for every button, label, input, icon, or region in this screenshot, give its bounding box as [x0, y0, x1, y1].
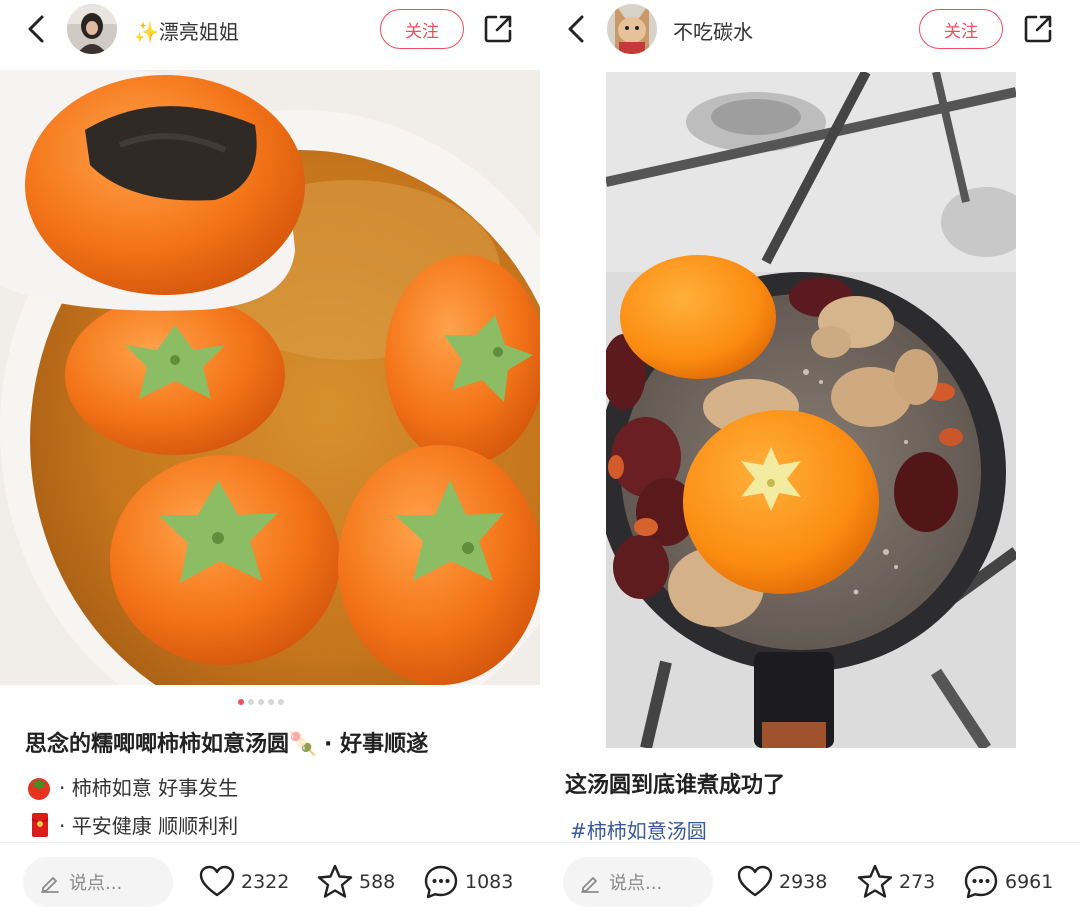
share-icon[interactable] — [1022, 13, 1054, 45]
post-text: · 柿柿如意 好事发生 — [59, 776, 239, 800]
carousel-dot — [248, 699, 254, 705]
username[interactable]: 不吃碳水 — [673, 16, 753, 45]
star-icon — [857, 864, 893, 898]
carousel-indicator — [238, 699, 284, 705]
comment-placeholder: 说点... — [609, 873, 663, 894]
comment-button[interactable]: 6961 — [962, 863, 1053, 901]
carousel-dot — [268, 699, 274, 705]
like-button[interactable]: 2322 — [198, 863, 289, 901]
comment-button[interactable]: 1083 — [422, 863, 513, 901]
star-icon — [317, 864, 353, 898]
like-count: 2938 — [779, 871, 828, 893]
collect-button[interactable]: 273 — [856, 863, 935, 901]
collect-button[interactable]: 588 — [316, 863, 395, 901]
post-header: ✨漂亮姐姐 关注 — [0, 0, 540, 60]
share-icon[interactable] — [482, 13, 514, 45]
comment-input[interactable]: 说点... — [23, 857, 173, 907]
comment-input[interactable]: 说点... — [563, 857, 713, 907]
like-button[interactable]: 2938 — [736, 863, 827, 901]
post-text-line: · 柿柿如意 好事发生 — [25, 772, 238, 801]
heart-icon — [737, 865, 773, 897]
back-arrow-icon[interactable] — [562, 12, 592, 46]
heart-icon — [199, 865, 235, 897]
avatar[interactable] — [67, 4, 117, 54]
follow-button[interactable]: 关注 — [380, 9, 464, 49]
red-envelope-emoji-icon — [25, 812, 53, 838]
comment-bubble-icon — [424, 865, 458, 899]
hashtag-link[interactable]: #柿柿如意汤圆 — [570, 815, 707, 844]
post-left: ✨漂亮姐姐 关注 思念的糯唧唧柿柿如意汤圆🍡 · 好事顺遂 · 柿柿如意 好事发… — [0, 0, 540, 920]
pencil-icon — [581, 877, 599, 893]
post-text-line: · 平安健康 顺顺利利 — [25, 810, 238, 839]
post-photo-tangyuan-in-pan[interactable] — [606, 72, 1016, 748]
carousel-dot-active — [238, 699, 244, 705]
carousel-dot — [278, 699, 284, 705]
action-bar: 说点... 2938 273 6961 — [540, 843, 1080, 920]
collect-count: 588 — [359, 871, 396, 893]
collect-count: 273 — [899, 871, 936, 893]
post-title: 思念的糯唧唧柿柿如意汤圆🍡 · 好事顺遂 — [25, 732, 429, 757]
comment-placeholder: 说点... — [69, 873, 123, 894]
avatar[interactable] — [607, 4, 657, 54]
back-arrow-icon[interactable] — [22, 12, 52, 46]
post-title: 这汤圆到底谁煮成功了 — [565, 773, 786, 798]
pencil-icon — [41, 877, 59, 893]
post-header: 不吃碳水 关注 — [540, 0, 1080, 60]
carousel-dot — [258, 699, 264, 705]
action-bar: 说点... 2322 588 1083 — [0, 843, 540, 920]
post-right: 不吃碳水 关注 这汤圆到底谁煮成功了 #柿柿如意汤圆 说点... 2938 27… — [540, 0, 1080, 920]
follow-button[interactable]: 关注 — [919, 9, 1003, 49]
username[interactable]: ✨漂亮姐姐 — [134, 16, 239, 45]
comment-count: 1083 — [465, 871, 514, 893]
like-count: 2322 — [241, 871, 290, 893]
comment-count: 6961 — [1005, 871, 1054, 893]
post-photo-persimmon-tangyuan[interactable] — [0, 70, 540, 685]
post-text: · 平安健康 顺顺利利 — [59, 814, 239, 838]
comment-bubble-icon — [964, 865, 998, 899]
tomato-emoji-icon — [25, 774, 53, 800]
